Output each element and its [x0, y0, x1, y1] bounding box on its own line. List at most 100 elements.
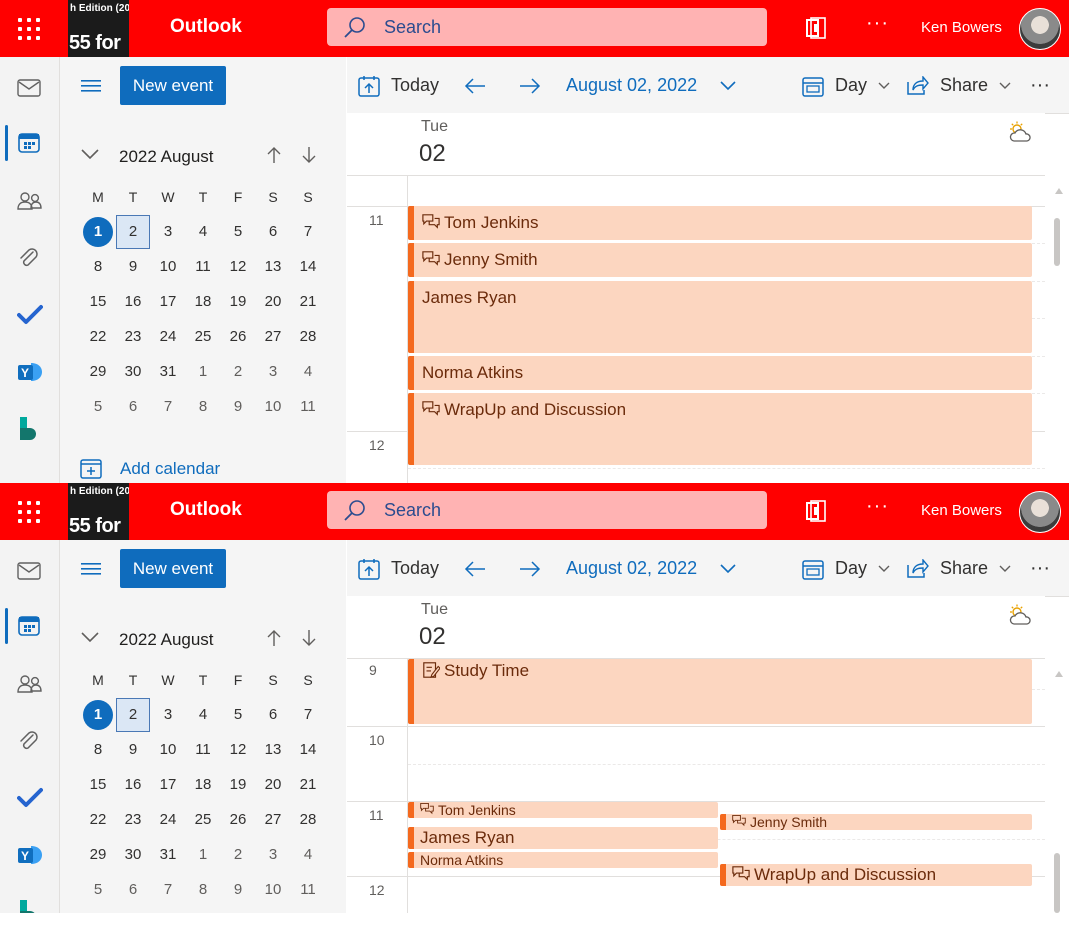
calendar-event[interactable]: Tom Jenkins [408, 206, 1032, 240]
calendar-event[interactable]: WrapUp and Discussion [408, 393, 1032, 465]
scroll-up-arrow-icon[interactable] [1054, 182, 1064, 200]
mini-calendar-day[interactable]: 11 [291, 390, 325, 424]
weather-partly-cloudy-icon[interactable] [1007, 604, 1033, 626]
mini-calendar-day[interactable]: 17 [151, 285, 185, 319]
next-day-button[interactable] [519, 540, 541, 596]
mini-calendar-day[interactable]: 7 [151, 873, 185, 907]
more-options-button[interactable]: ··· [866, 12, 889, 35]
todo-icon[interactable] [17, 787, 43, 809]
mini-calendar-day[interactable]: 6 [116, 390, 150, 424]
selected-day[interactable]: 2 [116, 215, 150, 249]
mini-calendar-day[interactable]: 5 [221, 698, 255, 732]
mini-calendar-day[interactable]: 19 [221, 285, 255, 319]
mini-calendar-day[interactable]: 20 [256, 285, 290, 319]
mini-calendar-day[interactable]: 12 [221, 733, 255, 767]
vertical-scrollbar-thumb[interactable] [1054, 853, 1060, 913]
mini-calendar-day[interactable]: 10 [151, 733, 185, 767]
app-launcher-icon[interactable] [14, 497, 44, 527]
previous-month-arrow-icon[interactable] [266, 146, 282, 164]
avatar[interactable] [1019, 8, 1061, 50]
mini-calendar-day[interactable]: 30 [116, 838, 150, 872]
app-launcher-icon[interactable] [14, 14, 44, 44]
vertical-scrollbar-thumb[interactable] [1054, 218, 1060, 266]
mini-calendar-day[interactable]: 6 [116, 873, 150, 907]
user-name[interactable]: Ken Bowers [921, 502, 1002, 519]
view-switcher-button[interactable]: Day [802, 540, 890, 596]
collapse-chevron-icon[interactable] [80, 630, 100, 644]
selected-day[interactable]: 2 [116, 698, 150, 732]
day-number[interactable]: 02 [419, 623, 446, 651]
mini-calendar-day[interactable]: 18 [186, 285, 220, 319]
mini-calendar-day[interactable]: 22 [81, 320, 115, 354]
mini-calendar-day[interactable]: 24 [151, 320, 185, 354]
new-event-button[interactable]: New event [120, 549, 226, 588]
mini-calendar-day[interactable]: 5 [221, 215, 255, 249]
next-month-arrow-icon[interactable] [301, 629, 317, 647]
share-button[interactable]: Share [907, 540, 1011, 596]
mini-calendar-day[interactable]: 31 [151, 838, 185, 872]
mini-calendar-day[interactable]: 6 [256, 215, 290, 249]
office-icon[interactable] [805, 500, 827, 522]
collapse-chevron-icon[interactable] [80, 147, 100, 161]
date-picker-button[interactable]: August 02, 2022 [566, 540, 736, 596]
mini-calendar-day[interactable]: 12 [221, 250, 255, 284]
previous-month-arrow-icon[interactable] [266, 629, 282, 647]
mini-calendar-day[interactable]: 5 [81, 390, 115, 424]
today-button[interactable]: Today [358, 540, 439, 596]
app-brand[interactable]: Outlook [170, 16, 242, 38]
next-day-button[interactable] [519, 57, 541, 113]
mini-calendar-day[interactable]: 3 [256, 355, 290, 389]
mini-calendar-title[interactable]: 2022 August [119, 630, 214, 650]
calendar-event[interactable]: James Ryan [408, 827, 718, 849]
mini-calendar-title[interactable]: 2022 August [119, 147, 214, 167]
search-box[interactable]: Search [327, 8, 767, 46]
mini-calendar-day[interactable]: 18 [186, 768, 220, 802]
calendar-event[interactable]: James Ryan [408, 281, 1032, 353]
people-icon[interactable] [17, 673, 43, 695]
mini-calendar-day[interactable]: 14 [291, 733, 325, 767]
hamburger-menu-icon[interactable] [81, 562, 101, 576]
mini-calendar-day[interactable]: 20 [256, 768, 290, 802]
mini-calendar-day[interactable]: 2 [221, 838, 255, 872]
mini-calendar-day[interactable]: 8 [81, 250, 115, 284]
yammer-icon[interactable]: Y [17, 843, 43, 867]
avatar[interactable] [1019, 491, 1061, 533]
previous-day-button[interactable] [464, 57, 486, 113]
calendar-event[interactable]: Norma Atkins [408, 852, 718, 868]
day-time-grid[interactable]: 11 12 Tom Jenkins Jenny Smith James Ryan Norm… [347, 176, 1045, 483]
mini-calendar-day[interactable]: 25 [186, 803, 220, 837]
mini-calendar-day[interactable]: 6 [256, 698, 290, 732]
view-switcher-button[interactable]: Day [802, 57, 890, 113]
mini-calendar-day[interactable]: 21 [291, 285, 325, 319]
hamburger-menu-icon[interactable] [81, 79, 101, 93]
mail-icon[interactable] [17, 79, 41, 97]
calendar-event[interactable]: Study Time [408, 659, 1032, 724]
mini-calendar-day[interactable]: 9 [221, 390, 255, 424]
mini-calendar-day[interactable]: 31 [151, 355, 185, 389]
mini-calendar-day[interactable]: 11 [291, 873, 325, 907]
mini-calendar-day[interactable]: 1 [81, 698, 115, 732]
mini-calendar-day[interactable]: 11 [186, 733, 220, 767]
today-button[interactable]: Today [358, 57, 439, 113]
mini-calendar-day[interactable]: 23 [116, 803, 150, 837]
date-picker-button[interactable]: August 02, 2022 [566, 57, 736, 113]
todo-icon[interactable] [17, 304, 43, 326]
mini-calendar-day[interactable]: 7 [151, 390, 185, 424]
previous-day-button[interactable] [464, 540, 486, 596]
bookings-icon[interactable] [17, 415, 41, 441]
mini-calendar-day[interactable]: 14 [291, 250, 325, 284]
mini-calendar-day[interactable]: 4 [186, 698, 220, 732]
mini-calendar-day[interactable]: 15 [81, 285, 115, 319]
next-month-arrow-icon[interactable] [301, 146, 317, 164]
mini-calendar-day[interactable]: 19 [221, 768, 255, 802]
search-box[interactable]: Search [327, 491, 767, 529]
calendar-event[interactable]: Jenny Smith [408, 243, 1032, 277]
mini-calendar-day[interactable]: 27 [256, 803, 290, 837]
mini-calendar-day[interactable]: 3 [256, 838, 290, 872]
mini-calendar-day[interactable]: 11 [186, 250, 220, 284]
mini-calendar-day[interactable]: 10 [256, 390, 290, 424]
toolbar-more-button[interactable]: ··· [1030, 540, 1050, 596]
mini-calendar-day[interactable]: 9 [116, 250, 150, 284]
mini-calendar-day[interactable]: 29 [81, 355, 115, 389]
mini-calendar-day[interactable]: 23 [116, 320, 150, 354]
